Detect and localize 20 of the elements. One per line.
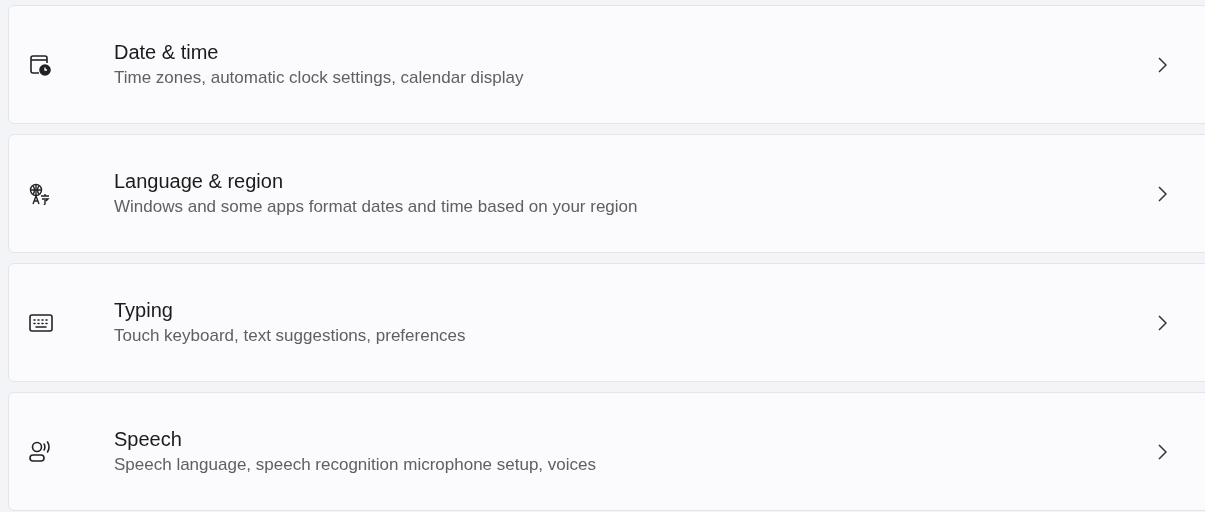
keyboard-icon	[29, 313, 53, 332]
setting-description: Speech language, speech recognition microphone setup, voices	[114, 454, 597, 476]
chevron-right-icon	[1157, 443, 1167, 460]
setting-title: Date & time	[114, 40, 220, 64]
chevron-right-icon	[1157, 314, 1167, 331]
chevron-right-icon	[1157, 56, 1167, 73]
globe-letters-icon	[29, 182, 51, 205]
settings-card[interactable]: Date & time Time zones, automatic clock settings, calendar display	[8, 5, 1205, 124]
calendar-clock-icon	[29, 53, 51, 76]
setting-title: Language & region	[114, 169, 285, 193]
settings-card[interactable]: Speech Speech language, speech recognition microphone setup, voices	[8, 392, 1205, 511]
setting-description: Time zones, automatic clock settings, calendar display	[114, 67, 525, 89]
person-speaking-icon	[29, 439, 53, 464]
chevron-right-icon	[1157, 185, 1167, 202]
setting-title: Speech	[114, 427, 183, 451]
settings-card[interactable]: Language & region Windows and some apps format dates and time based on your region	[8, 134, 1205, 253]
settings-card[interactable]: Typing Touch keyboard, text suggestions, preferences	[8, 263, 1205, 382]
setting-title: Typing	[114, 298, 174, 322]
setting-description: Touch keyboard, text suggestions, preferences	[114, 325, 467, 347]
setting-description: Windows and some apps format dates and time based on your region	[114, 196, 639, 218]
